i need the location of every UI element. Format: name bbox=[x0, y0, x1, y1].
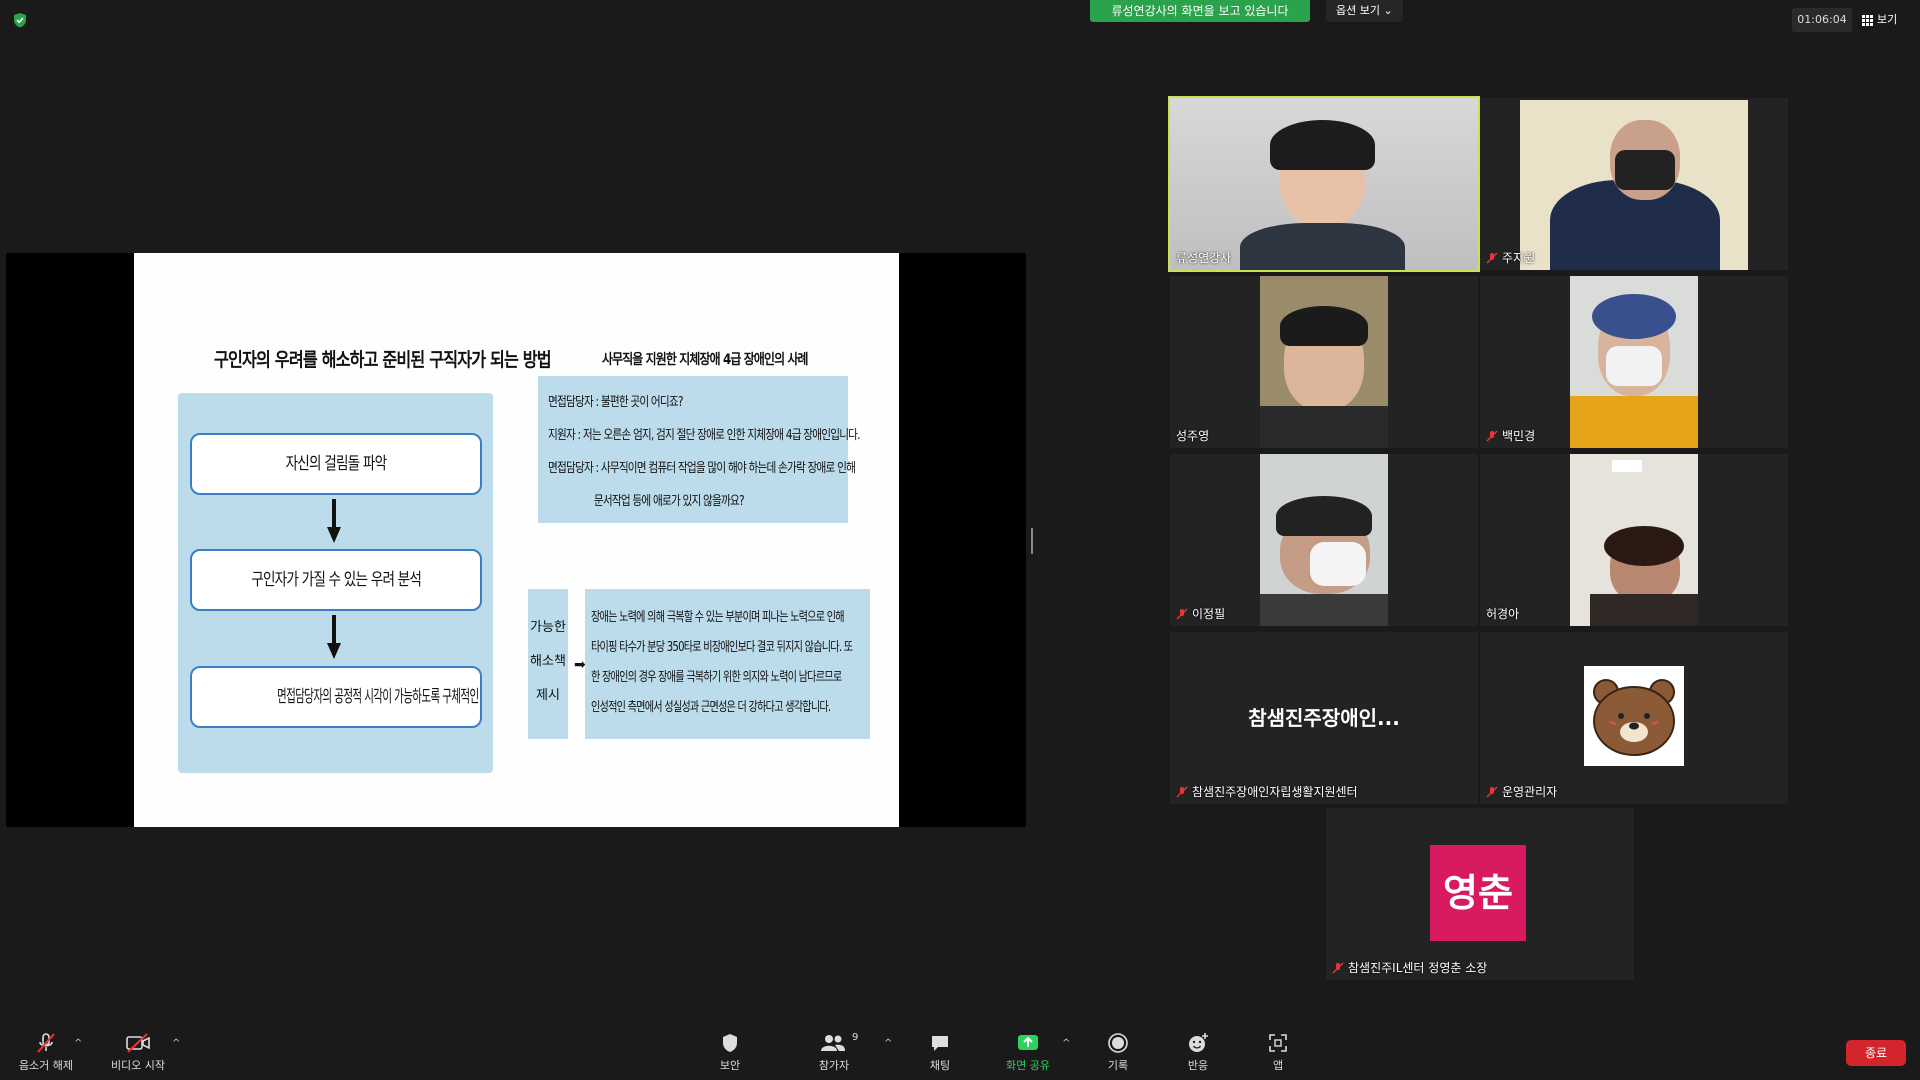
initials-avatar: 영춘 bbox=[1430, 845, 1526, 941]
video-off-icon bbox=[126, 1033, 150, 1053]
participants-count: 9 bbox=[852, 1032, 859, 1043]
participants-button[interactable]: 참가자 bbox=[794, 1022, 874, 1080]
participant-name: 허경아 bbox=[1486, 607, 1520, 621]
share-options-caret[interactable]: ^ bbox=[1062, 1038, 1070, 1049]
participant-name: 성주영 bbox=[1176, 429, 1210, 443]
participant-video bbox=[1570, 276, 1698, 448]
participant-tile-4[interactable]: 백민경 bbox=[1480, 276, 1788, 448]
solution-line: 장애는 노력에 의해 극복할 수 있는 부분이며 피나는 노력으로 인해 bbox=[591, 610, 845, 625]
solution-line: 한 장애인의 경우 장애를 극복하기 위한 의지와 노력이 남다르므로 bbox=[591, 670, 842, 685]
participant-video bbox=[1170, 98, 1478, 270]
muted-mic-icon bbox=[1176, 608, 1188, 619]
chat-icon bbox=[932, 1036, 948, 1051]
participant-name: 참샘진주장애인자립생활지원센터 bbox=[1176, 783, 1358, 800]
participant-name: 류성연강사 bbox=[1176, 251, 1232, 265]
chat-button[interactable]: 채팅 bbox=[900, 1022, 980, 1080]
slide-left-title: 구인자의 우려를 해소하고 준비된 구직자가 되는 방법 bbox=[214, 349, 552, 371]
muted-mic-icon bbox=[1486, 786, 1498, 797]
down-arrow-icon bbox=[327, 499, 341, 543]
meeting-toolbar: 음소거 해제 ^ 비디오 시작 ^ 보안 참가자 9 ^ 채팅 화면 공유 ^ … bbox=[0, 1022, 1920, 1080]
participant-tile-9[interactable]: 영춘 참샘진주IL센터 정영춘 소장 bbox=[1326, 808, 1634, 980]
unmute-button[interactable]: 음소거 해제 bbox=[6, 1022, 86, 1080]
solution-line: 타이핑 타수가 분당 350타로 비장애인보다 결코 뒤지지 않습니다. 또 bbox=[591, 640, 853, 655]
muted-mic-icon bbox=[1332, 962, 1344, 973]
participant-video bbox=[1570, 454, 1698, 626]
meeting-timer: 01:06:04 bbox=[1792, 8, 1852, 32]
participant-name: 참샘진주IL센터 정영춘 소장 bbox=[1332, 959, 1487, 976]
participant-tile-7[interactable]: 참샘진주장애인... 참샘진주장애인자립생활지원센터 bbox=[1170, 632, 1478, 804]
participants-options-caret[interactable]: ^ bbox=[884, 1038, 892, 1049]
participants-icon bbox=[821, 1035, 845, 1051]
participant-name: 이정필 bbox=[1176, 605, 1225, 622]
solution-text-box: 장애는 노력에 의해 극복할 수 있는 부분이며 피나는 노력으로 인해 타이핑… bbox=[585, 589, 870, 739]
flow-step-2: 구인자가 가질 수 있는 우려 분석 bbox=[190, 549, 482, 611]
solution-line: 인성적인 측면에서 성실성과 근면성은 더 강하다고 생각합니다. bbox=[591, 700, 831, 715]
video-options-caret[interactable]: ^ bbox=[172, 1038, 180, 1049]
participant-tile-3[interactable]: 성주영 bbox=[1170, 276, 1478, 448]
reaction-smiley-icon bbox=[1189, 1033, 1208, 1052]
participant-video bbox=[1260, 454, 1388, 626]
start-video-button[interactable]: 비디오 시작 bbox=[98, 1022, 178, 1080]
participant-tile-8[interactable]: 운영관리자 bbox=[1480, 632, 1788, 804]
qa-line: 문서작업 등에 애로가 있지 않을까요? bbox=[593, 494, 745, 509]
flow-step-1: 자신의 걸림돌 파악 bbox=[190, 433, 482, 495]
split-view-handle[interactable] bbox=[1031, 528, 1033, 554]
muted-mic-icon bbox=[1176, 786, 1188, 797]
qa-line: 면접담당자 : 사무직이면 컴퓨터 작업을 많이 해야 하는데 손가락 장애로 … bbox=[548, 461, 856, 476]
slide-right-title: 사무직을 지원한 지체장애 4급 장애인의 사례 bbox=[602, 352, 809, 368]
view-button[interactable]: 보기 bbox=[1862, 8, 1897, 32]
participant-tile-5[interactable]: 이정필 bbox=[1170, 454, 1478, 626]
solution-label: 가능한 해소책 제시 bbox=[528, 589, 568, 739]
participant-tile-2[interactable]: 주지원 bbox=[1480, 98, 1788, 270]
shared-screen[interactable]: 구인자의 우려를 해소하고 준비된 구직자가 되는 방법 자신의 걸림돌 파악 … bbox=[6, 253, 1026, 827]
security-button[interactable]: 보안 bbox=[690, 1022, 770, 1080]
presentation-slide: 구인자의 우려를 해소하고 준비된 구직자가 되는 방법 자신의 걸림돌 파악 … bbox=[134, 253, 899, 827]
muted-mic-icon bbox=[1486, 252, 1498, 263]
participant-name: 백민경 bbox=[1486, 427, 1535, 444]
apps-button[interactable]: 앱 bbox=[1238, 1022, 1318, 1080]
screen-share-banner: 류성연강사의 화면을 보고 있습니다 bbox=[1090, 0, 1310, 22]
bear-avatar-icon bbox=[1584, 666, 1684, 766]
qa-line: 면접담당자 : 불편한 곳이 어디죠? bbox=[548, 395, 684, 410]
view-options-button[interactable]: 옵션 보기 ⌄ bbox=[1326, 0, 1403, 22]
interview-qa-box: 면접담당자 : 불편한 곳이 어디죠? 지원자 : 저는 오른손 엄지, 검지 … bbox=[538, 376, 861, 523]
audio-options-caret[interactable]: ^ bbox=[74, 1038, 82, 1049]
flow-step-3: 면접담당자의 공정적 시각이 가능하도록 구체적인 해소책(대안) 제시 bbox=[190, 666, 482, 728]
down-arrow-icon bbox=[327, 615, 341, 659]
participant-video bbox=[1520, 100, 1748, 270]
qa-line: 지원자 : 저는 오른손 엄지, 검지 절단 장애로 인한 지체장애 4급 장애… bbox=[548, 428, 861, 443]
muted-mic-icon bbox=[37, 1033, 55, 1053]
participant-display-name: 참샘진주장애인... bbox=[1248, 706, 1400, 730]
participant-tile-1[interactable]: 류성연강사 bbox=[1168, 96, 1480, 272]
participant-name: 주지원 bbox=[1486, 249, 1535, 266]
participant-name: 운영관리자 bbox=[1486, 783, 1557, 800]
record-button[interactable]: 기록 bbox=[1078, 1022, 1158, 1080]
security-shield-icon bbox=[723, 1034, 737, 1052]
share-screen-button[interactable]: 화면 공유 bbox=[988, 1022, 1068, 1080]
apps-icon bbox=[1269, 1034, 1287, 1052]
end-meeting-button[interactable]: 종료 bbox=[1846, 1040, 1906, 1066]
participant-video bbox=[1260, 276, 1388, 448]
share-screen-icon bbox=[1018, 1035, 1038, 1050]
encryption-shield-icon[interactable] bbox=[12, 12, 28, 28]
participant-tile-6[interactable]: 허경아 bbox=[1480, 454, 1788, 626]
muted-mic-icon bbox=[1486, 430, 1498, 441]
reactions-button[interactable]: 반응 bbox=[1158, 1022, 1238, 1080]
grid-icon bbox=[1862, 14, 1873, 26]
record-icon bbox=[1108, 1033, 1128, 1053]
right-arrow-icon: ➡ bbox=[574, 657, 586, 673]
view-label: 보기 bbox=[1877, 13, 1898, 26]
